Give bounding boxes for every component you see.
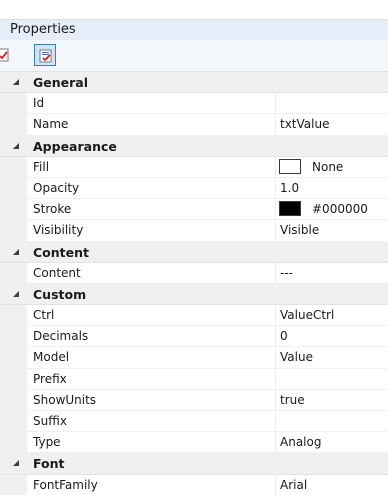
property-name: Fill [33,159,50,174]
property-value-visibility[interactable]: Visible [280,223,319,237]
property-row-id[interactable]: Id [0,93,388,115]
collapse-arrow-icon[interactable] [13,79,19,85]
category-label: Custom [33,286,87,302]
property-value-content[interactable]: --- [280,266,293,280]
property-row-prefix[interactable]: Prefix [0,368,388,390]
category-label: Appearance [33,138,117,154]
property-name: FontFamily [33,477,98,492]
property-name: Opacity [33,180,80,195]
property-name: Suffix [33,414,67,428]
collapse-arrow-icon[interactable] [13,248,19,255]
property-name: ShowUnits [33,392,97,407]
property-value-model[interactable]: Value [280,350,313,364]
property-row-type[interactable]: Type Analog [0,432,388,454]
fill-color-swatch[interactable] [279,158,301,174]
alphabetical-view-button[interactable] [34,44,56,66]
property-row-decimals[interactable]: Decimals 0 [0,326,388,348]
property-row-opacity[interactable]: Opacity 1.0 [0,177,388,200]
category-appearance[interactable]: Appearance [0,135,388,157]
property-name: Ctrl [33,308,55,323]
property-row-content[interactable]: Content --- [0,262,388,284]
property-value-type[interactable]: Analog [280,435,321,449]
property-value-fontfamily[interactable]: Arial [280,478,307,492]
toolbar [0,40,388,72]
collapse-arrow-icon[interactable] [13,290,19,297]
property-value-stroke[interactable]: #000000 [312,202,368,216]
property-name: Name [33,117,69,132]
alphabetical-view-icon [39,49,52,63]
properties-panel: Properties General Id Name txtValue Appe… [0,0,388,495]
categorized-view-button[interactable] [0,44,14,66]
panel-header: Properties [0,0,388,41]
category-label: Font [33,456,65,472]
property-name: Content [33,265,81,280]
category-content[interactable]: Content [0,241,388,263]
property-value-opacity[interactable]: 1.0 [280,181,299,195]
property-row-fill[interactable]: Fill None [0,156,388,178]
property-value-showunits[interactable]: true [280,393,305,407]
property-name: Model [33,350,70,365]
property-name: Id [33,96,45,111]
category-font[interactable]: Font [0,453,388,475]
property-row-showunits[interactable]: ShowUnits true [0,389,388,411]
property-value-fill[interactable]: None [312,160,343,174]
property-row-suffix[interactable]: Suffix [0,411,388,433]
property-value-decimals[interactable]: 0 [280,329,288,343]
property-name: Visibility [33,223,84,238]
property-row-model[interactable]: Model Value [0,347,388,369]
category-label: Content [33,244,89,260]
category-general[interactable]: General [0,72,388,94]
property-name: Stroke [33,202,72,217]
property-row-visibility[interactable]: Visibility Visible [0,220,388,242]
stroke-color-swatch[interactable] [279,201,301,217]
categorized-view-icon [0,48,9,62]
property-grid: General Id Name txtValue Appearance Fill… [0,72,388,495]
collapse-arrow-icon[interactable] [13,142,19,149]
property-row-fontfamily[interactable]: FontFamily Arial [0,474,388,495]
property-row-name[interactable]: Name txtValue [0,114,388,136]
panel-title: Properties [10,22,76,37]
property-value-name[interactable]: txtValue [280,117,329,131]
property-value-ctrl[interactable]: ValueCtrl [280,308,334,322]
property-row-stroke[interactable]: Stroke #000000 [0,199,388,221]
property-name: Decimals [33,329,89,344]
collapse-arrow-icon[interactable] [13,460,19,467]
category-custom[interactable]: Custom [0,283,388,306]
property-name: Prefix [33,371,67,386]
property-row-ctrl[interactable]: Ctrl ValueCtrl [0,305,388,327]
category-label: General [33,75,88,90]
property-name: Type [33,435,61,450]
